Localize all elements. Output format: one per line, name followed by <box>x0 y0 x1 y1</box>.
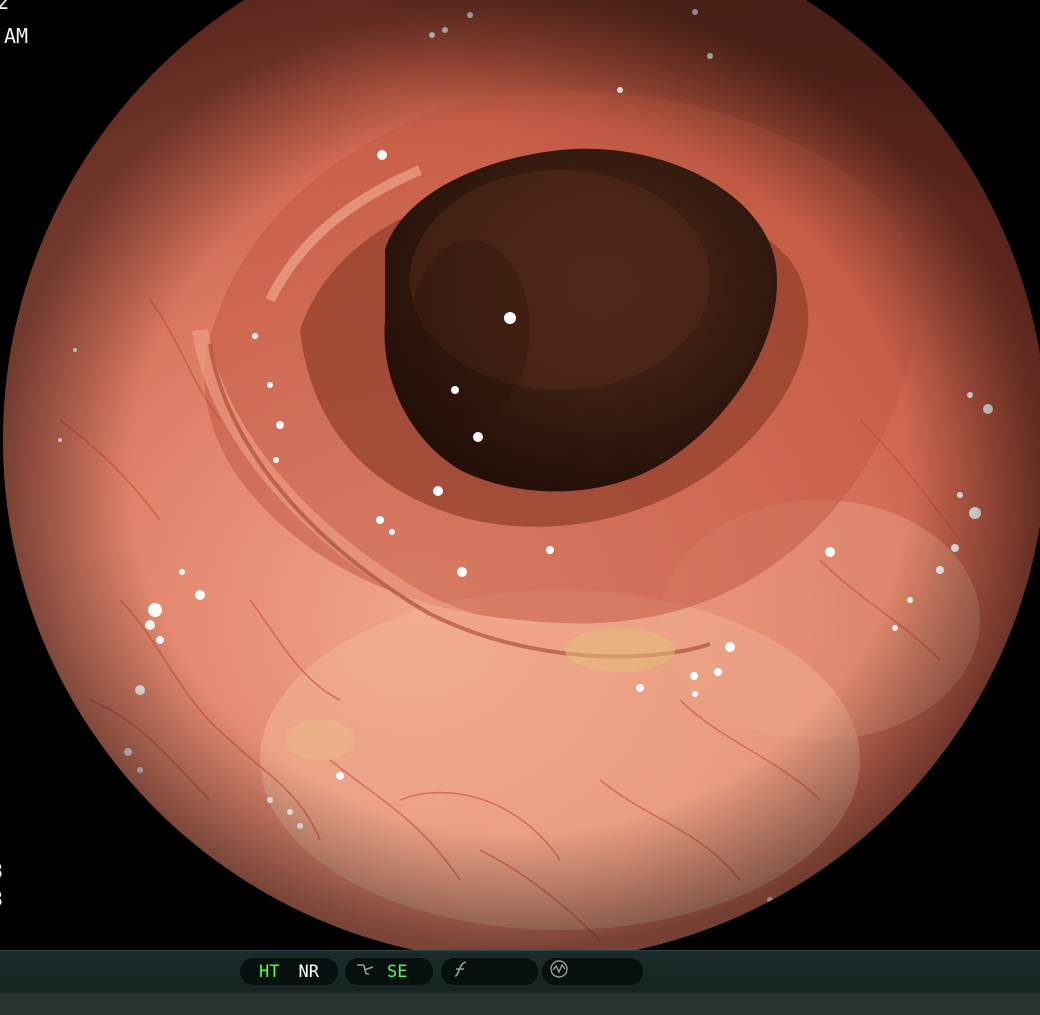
overlay-time-meridiem: AM <box>4 24 29 48</box>
endoscope-image <box>0 0 1040 950</box>
nr-indicator: NR <box>298 961 319 982</box>
status-pill-curve <box>441 958 538 985</box>
overlay-info-line-4: 3 <box>0 889 3 909</box>
color-curve-icon <box>451 960 471 983</box>
processor-status-bar: HT NR SE <box>0 950 1040 1015</box>
ht-indicator: HT <box>259 961 280 982</box>
status-pill-se: SE <box>345 958 433 985</box>
se-indicator: SE <box>387 961 408 982</box>
colon-lumen-image <box>3 0 1040 950</box>
structure-enhance-icon <box>355 961 377 982</box>
waveform-icon <box>549 959 569 984</box>
status-pill-ht-nr: HT NR <box>240 958 338 985</box>
status-pill-wave <box>542 958 643 985</box>
status-bar-lower-strip <box>0 993 1040 1015</box>
overlay-info-line-3: 3 <box>0 861 3 881</box>
overlay-info-line-1: 2 <box>0 0 10 14</box>
